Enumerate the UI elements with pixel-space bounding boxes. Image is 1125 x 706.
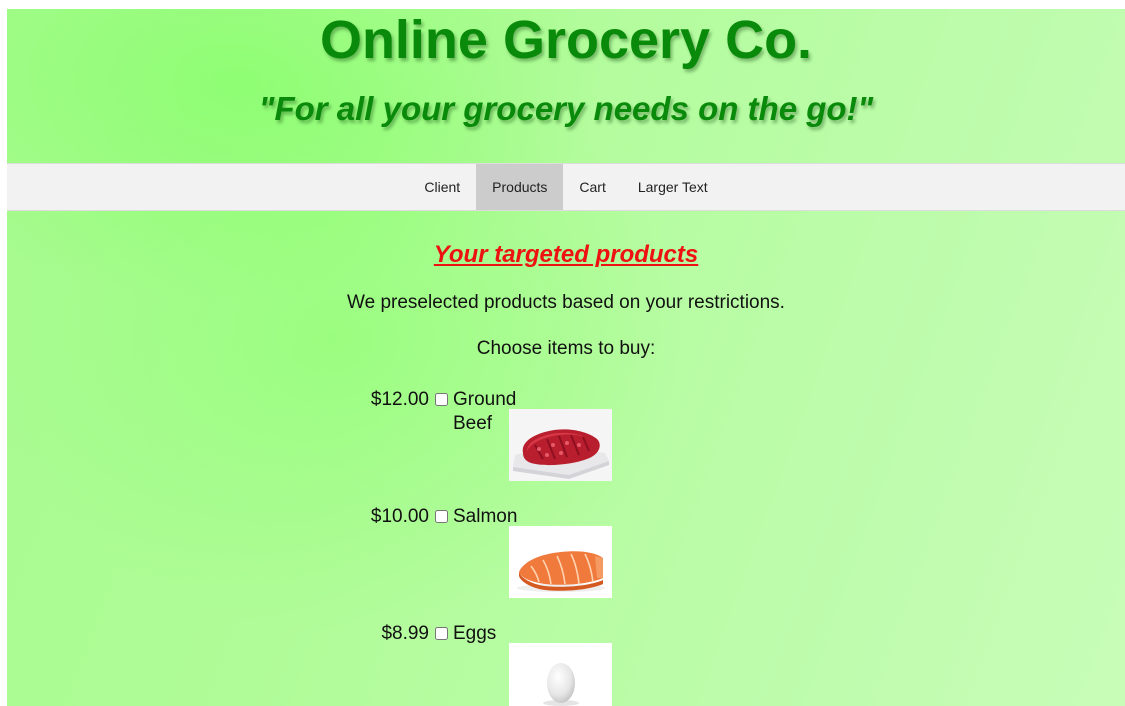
main-navbar: Client Products Cart Larger Text [7,163,1125,211]
egg-image [509,643,612,706]
nav-cart[interactable]: Cart [563,164,621,210]
salmon-image-svg [509,526,612,598]
egg-image-svg [509,643,612,706]
page-frame: Online Grocery Co. "For all your grocery… [7,9,1125,706]
product-name: Eggs [453,623,497,644]
product-item: Ground Beef $12.00 [371,388,695,484]
product-price: $12.00 [370,389,429,410]
site-title: Online Grocery Co. [319,10,813,70]
nav-products[interactable]: Products [476,164,564,210]
ground-beef-image [509,409,612,481]
product-checkbox-ground-beef[interactable] [435,393,448,406]
nav-client[interactable]: Client [408,164,476,210]
nav-larger-text[interactable]: Larger Text [622,164,724,210]
product-item: Eggs $8.99 [381,622,695,706]
product-item: Salmon $10.00 [371,505,695,601]
product-checkbox-eggs[interactable] [435,627,448,640]
section-title: Your targeted products [433,241,699,268]
intro-text: We preselected products based on your re… [347,292,785,313]
salmon-image [509,526,612,598]
ground-beef-image-svg [509,409,612,481]
product-price: $8.99 [381,623,429,644]
site-tagline: "For all your grocery needs on the go!" [258,90,874,127]
product-name: Salmon [453,506,518,527]
product-checkbox-salmon[interactable] [435,510,448,523]
choose-items-text: Choose items to buy: [476,338,656,359]
product-price: $10.00 [370,506,429,527]
site-header: Online Grocery Co. "For all your grocery… [7,9,1125,163]
product-name: Ground Beef [453,389,517,434]
